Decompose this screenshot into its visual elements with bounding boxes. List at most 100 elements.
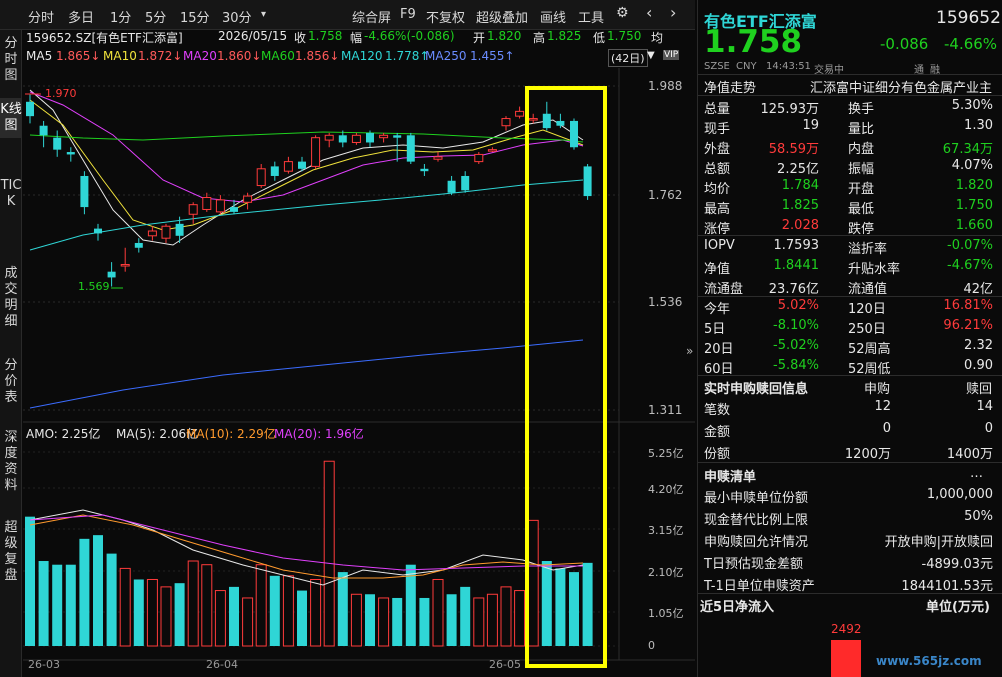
stat-value: -8.10% [773,318,819,333]
sub-label: 笔数 [704,403,731,418]
no-adjust-button[interactable]: 不复权 [426,7,465,26]
ma60-line [29,131,584,143]
stat-value: 1.750 [955,198,993,213]
tools-button[interactable]: 工具 [578,7,604,26]
candle-body [379,134,389,139]
amo-ma10-label: MA(10): 2.29亿 [186,427,276,441]
collapse-panel-icon[interactable]: » [686,344,693,358]
sub-label: 金额 [704,425,731,440]
candle-body [338,135,347,143]
candle-body [215,199,225,213]
subscription-row: 笔数 12 14 [698,397,1002,418]
stat-label: 外盘 [704,142,731,157]
volume-bar [527,519,539,647]
stat-value: 96.21% [943,318,993,333]
tab-duori[interactable]: 多日 [68,7,94,26]
stat-value: -5.84% [773,358,819,373]
list-header[interactable]: 申赎清单 … [698,464,1002,485]
vtab-kline[interactable]: K线图 [0,98,22,138]
ma250-line [29,339,584,409]
chevron-right-icon[interactable]: › [670,3,676,22]
sub-buy: 12 [874,399,891,414]
stat-label: 流通盘 [704,282,744,297]
volume-bar [255,564,267,647]
kline-chart-area[interactable]: 159652.SZ[有色ETF汇添富] 2026/05/15 收 1.758 幅… [23,29,695,677]
vol-tick: 2.10亿 [648,566,684,579]
date-tick: 26-05 [489,658,521,671]
list-label: 最小申赎单位份额 [704,491,809,506]
volume-bar [323,460,335,647]
vtab-depth-info[interactable]: 深度资料 [0,430,22,494]
volume-bar [432,578,444,647]
stat-value: 0.90 [964,358,993,373]
candle-body [66,152,75,155]
stat-label: 振幅 [848,162,875,177]
volume-bar [133,579,144,646]
chevron-left-icon[interactable]: ‹ [646,3,652,22]
f9-button[interactable]: F9 [400,7,416,22]
stat-value: 42亿 [963,282,993,297]
price-tick: 1.536 [648,295,683,309]
list-row: 最小申赎单位份额 1,000,000 [698,485,1002,506]
composite-screen-button[interactable]: 综合屏 [352,7,391,26]
volume-bar [337,572,348,646]
stat-value: 23.76亿 [768,282,819,297]
stat-value: 67.34万 [942,142,993,157]
volume-bar [25,516,35,646]
list-label: 申购赎回允许情况 [704,535,809,550]
list-more-icon[interactable]: … [970,466,983,481]
tab-1min[interactable]: 1分 [110,7,131,26]
candle-body [570,120,578,148]
stat-label: IOPV [704,238,735,253]
tab-5min[interactable]: 5分 [145,7,166,26]
vtab-super-replay[interactable]: 超级复盘 [0,520,22,584]
vtab-tick[interactable]: TICK [0,178,22,210]
vtab-trade-detail[interactable]: 成交明细 [0,266,22,330]
volume-bar [419,597,430,646]
super-overlay-button[interactable]: 超级叠加 [476,7,528,26]
tab-fenshi[interactable]: 分时 [28,7,54,26]
tab-30min[interactable]: 30分 [222,7,252,26]
volume-bar [555,568,566,646]
nav-row[interactable]: 净值走势 汇添富中证细分有色金属产业主 [698,75,1002,96]
flow-bar [831,640,861,677]
vtab-fenshi[interactable]: 分时图 [0,36,22,84]
candle-body [351,134,361,143]
stat-row: 今年 5.02% 120日 16.81% [698,296,1002,317]
stat-label: 流通值 [848,282,888,297]
flow-header: 近5日净流入 单位(万元) [698,594,1002,615]
candle-body [270,166,279,176]
tab-15min[interactable]: 15分 [180,7,210,26]
candle-body [474,153,484,163]
list-row: 申购赎回允许情况 开放申购|开放赎回 [698,529,1002,550]
stat-label: 溢折率 [848,242,888,257]
candle-body [39,125,48,136]
candle-body [298,161,306,169]
list-label: 现金替代比例上限 [704,513,809,528]
price-tick: 1.311 [648,403,683,417]
amo-label: AMO: 2.25亿 [26,427,101,441]
candle-body [230,207,238,212]
sub-redeem: 14 [976,399,993,414]
stat-value: 2.25亿 [777,162,819,177]
candle-body [393,135,402,138]
gear-icon[interactable]: ⚙ [616,5,629,21]
list-value: 1844101.53元 [901,579,993,594]
candle-body [487,149,497,152]
sub-label: 份额 [704,447,731,462]
vtab-price-table[interactable]: 分价表 [0,358,22,406]
draw-line-button[interactable]: 画线 [540,7,566,26]
ma120-line [29,179,584,251]
subscription-title: 实时申购赎回信息 [704,382,809,397]
nav-label: 净值走势 [704,81,757,96]
stat-label: 总额 [704,162,731,177]
chart-svg [23,68,695,668]
more-periods-icon[interactable]: ▾ [261,9,266,20]
vol-tick: 5.25亿 [648,447,684,460]
stat-row: 总量 125.93万 换手 5.30% [698,96,1002,117]
candle-body [94,228,102,234]
price-tick: 1.988 [648,79,683,93]
volume-bar [392,597,403,646]
quote-panel: 有色ETF汇添富 159652 1.758 -0.086 -4.66% SZSE… [697,0,1002,677]
list-label: T-1日单位申赎资产 [704,579,815,594]
